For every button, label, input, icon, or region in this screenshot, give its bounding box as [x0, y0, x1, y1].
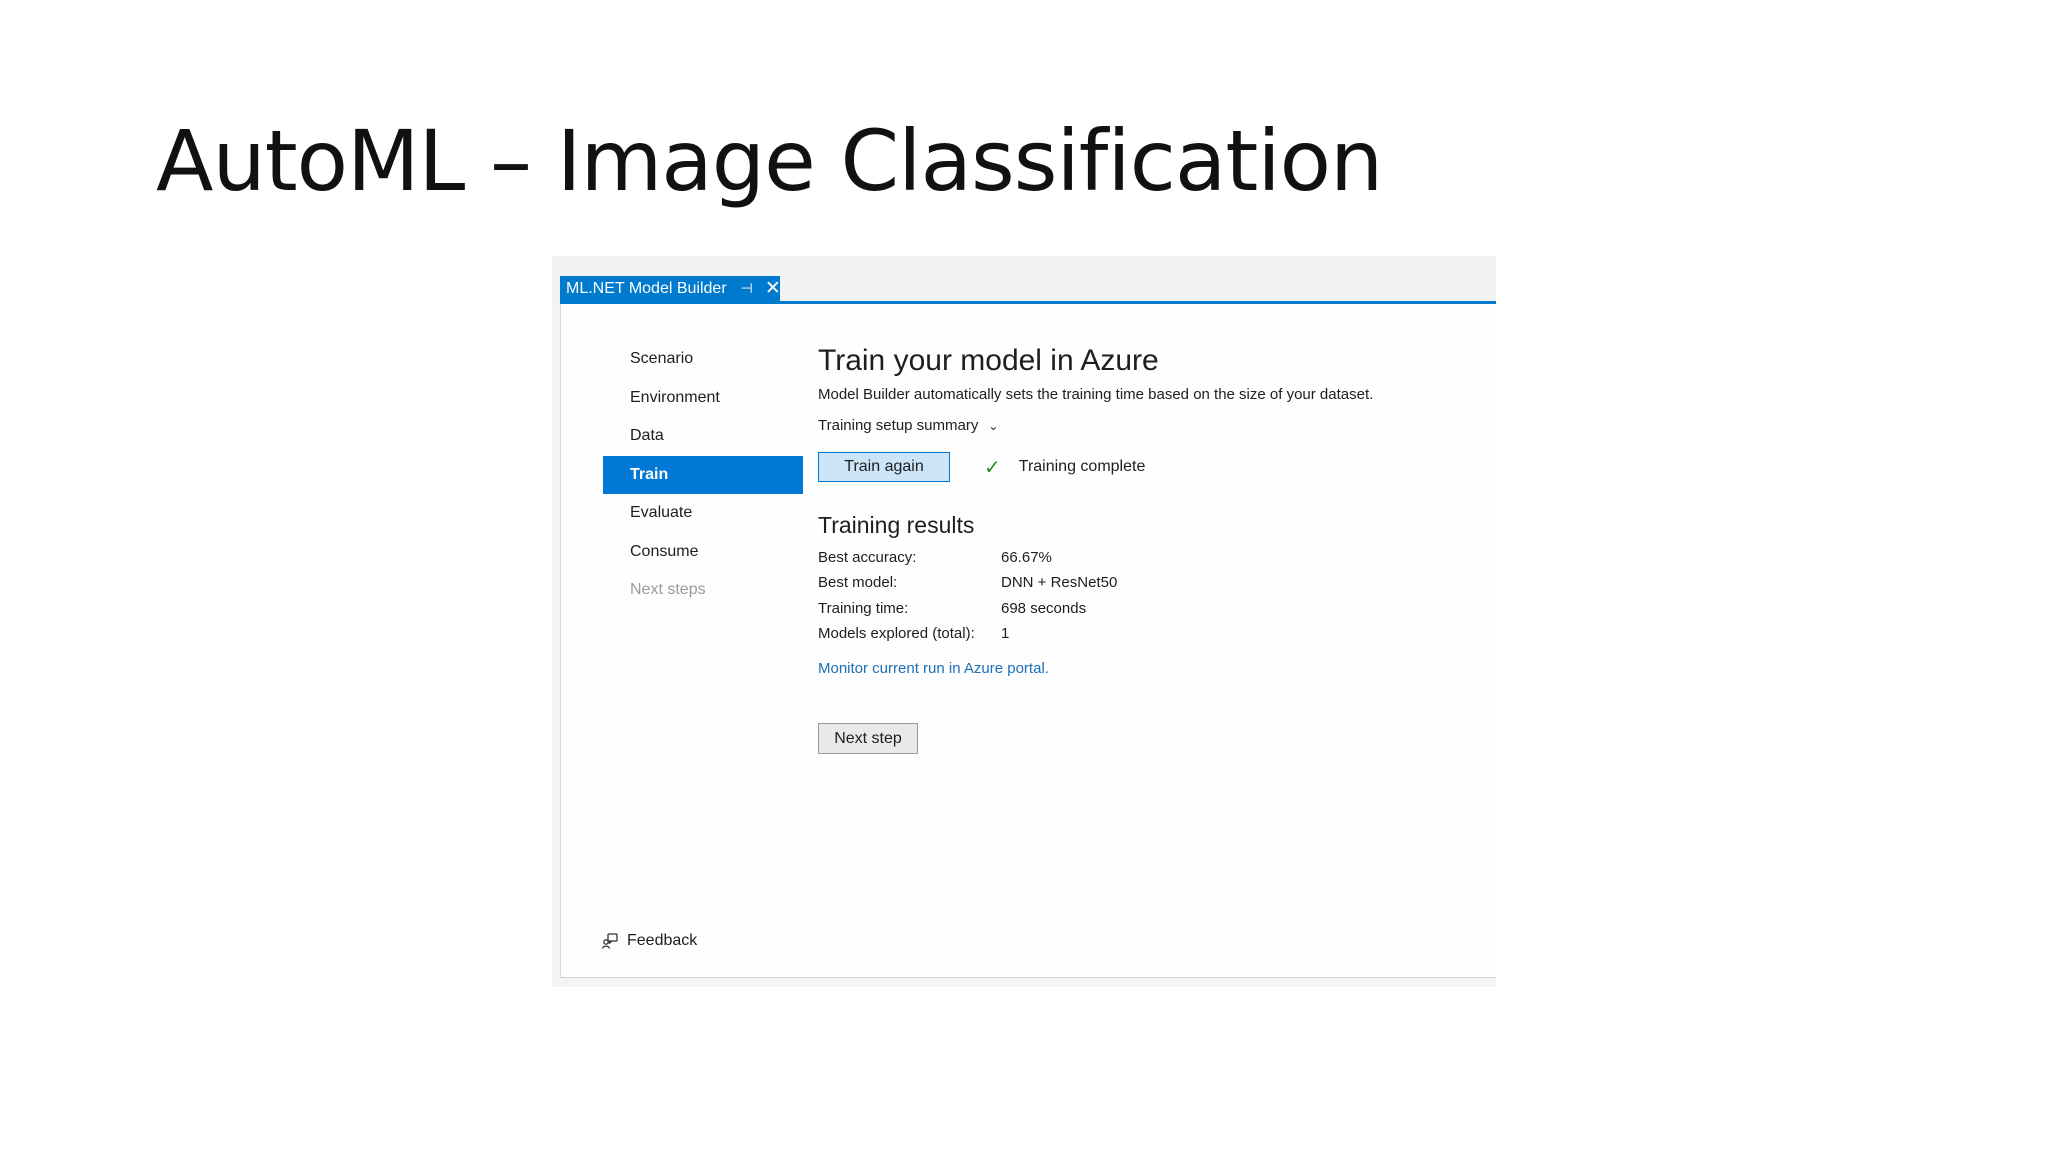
- result-label: Best model:: [818, 574, 898, 592]
- nav-item-environment[interactable]: Environment: [603, 379, 803, 418]
- pin-icon[interactable]: ⊣: [741, 280, 753, 297]
- result-label: Best accuracy:: [818, 549, 917, 566]
- training-setup-summary-toggle[interactable]: Training setup summary ⌄: [818, 417, 998, 434]
- tab-label: ML.NET Model Builder: [566, 279, 727, 297]
- nav-item-train[interactable]: Train: [603, 455, 803, 494]
- slide-title: AutoML – Image Classification: [156, 112, 1383, 210]
- results-list: Best accuracy: 66.67% Best model: DNN + …: [818, 545, 1478, 646]
- next-step-button[interactable]: Next step: [818, 723, 918, 755]
- nav-item-evaluate[interactable]: Evaluate: [603, 494, 803, 533]
- training-status: Training complete: [1018, 458, 1146, 475]
- result-value: DNN + ResNet50: [1001, 574, 1118, 592]
- result-row-training-time: Training time: 698 seconds: [818, 596, 1478, 621]
- chevron-down-icon: ⌄: [988, 418, 999, 433]
- close-icon[interactable]: ✕: [765, 279, 781, 298]
- result-row-models-explored: Models explored (total): 1: [818, 621, 1478, 646]
- result-label: Training time:: [818, 599, 909, 617]
- result-value: 698 seconds: [1001, 599, 1087, 617]
- result-row-best-model: Best model: DNN + ResNet50: [818, 570, 1478, 595]
- model-builder-window: ML.NET Model Builder ⊣ ✕ Scenario Enviro…: [552, 256, 1496, 987]
- result-value: 1: [1001, 624, 1010, 642]
- results-heading: Training results: [818, 512, 975, 538]
- summary-label: Training setup summary: [818, 417, 979, 434]
- checkmark-icon: ✓: [984, 456, 1001, 479]
- page-title: Train your model in Azure: [818, 344, 1159, 377]
- nav-item-consume[interactable]: Consume: [603, 533, 803, 572]
- content-pane: Scenario Environment Data Train Evaluate…: [560, 304, 1496, 978]
- train-panel: Train your model in Azure Model Builder …: [818, 344, 1478, 755]
- feedback-label: Feedback: [627, 932, 698, 949]
- steps-nav: Scenario Environment Data Train Evaluate…: [603, 340, 803, 610]
- result-value: 66.67%: [1001, 549, 1052, 566]
- feedback-icon: [601, 933, 618, 949]
- feedback-button[interactable]: Feedback: [601, 932, 697, 950]
- nav-item-scenario[interactable]: Scenario: [603, 340, 803, 379]
- train-again-button[interactable]: Train again: [818, 452, 950, 482]
- document-tab-bar: ML.NET Model Builder ⊣ ✕: [552, 256, 1496, 302]
- nav-item-data[interactable]: Data: [603, 417, 803, 456]
- page-description: Model Builder automatically sets the tra…: [818, 386, 1374, 403]
- azure-portal-link[interactable]: Monitor current run in Azure portal.: [818, 660, 1049, 677]
- result-row-best-accuracy: Best accuracy: 66.67%: [818, 545, 1478, 570]
- train-row: Train again ✓ Training complete: [818, 452, 1478, 482]
- result-label: Models explored (total):: [818, 624, 975, 642]
- nav-item-next-steps: Next steps: [630, 581, 706, 598]
- model-builder-tab[interactable]: ML.NET Model Builder ⊣ ✕: [560, 276, 781, 301]
